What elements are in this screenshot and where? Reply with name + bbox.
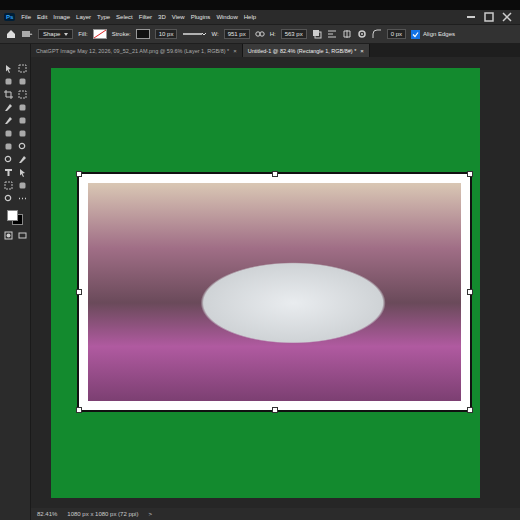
menu-item[interactable]: Edit	[37, 14, 47, 20]
transform-handle[interactable]	[272, 407, 278, 413]
tab-label: Untitled-1 @ 82.4% (Rectangle 1, RGB/8#)…	[248, 48, 357, 54]
marquee-icon[interactable]	[18, 64, 27, 73]
canvas[interactable]	[51, 68, 480, 498]
history-icon[interactable]	[4, 129, 13, 138]
close-icon[interactable]	[502, 12, 512, 22]
rectangle-shape[interactable]	[77, 172, 472, 412]
move-icon[interactable]	[4, 64, 13, 73]
zoom-level[interactable]: 82.41%	[37, 511, 57, 517]
stroke-label: Stroke:	[112, 31, 131, 37]
zoom-icon[interactable]	[4, 194, 13, 203]
photoshop-window: Ps File Edit Image Layer Type Select Filter 3D Vi…	[0, 0, 520, 520]
type-icon[interactable]	[4, 168, 13, 177]
menu-item[interactable]: 3D	[158, 14, 166, 20]
foreground-color[interactable]	[7, 210, 18, 221]
document-size: 1080 px x 1080 px (72 ppi)	[67, 511, 138, 517]
menu-item[interactable]: Image	[53, 14, 70, 20]
more-icon[interactable]	[18, 194, 27, 203]
frame-icon[interactable]	[18, 90, 27, 99]
tab-close-button[interactable]: ×	[233, 48, 237, 54]
lasso-icon[interactable]	[4, 77, 13, 86]
transform-handle[interactable]	[272, 171, 278, 177]
screen-mode-icon[interactable]	[18, 231, 27, 240]
menu-bar: Ps File Edit Image Layer Type Select Filter 3D Vi…	[0, 10, 520, 24]
path-alignment-icon[interactable]	[327, 29, 337, 39]
document-tab[interactable]: Untitled-1 @ 82.4% (Rectangle 1, RGB/8#)…	[243, 44, 370, 57]
transform-handle[interactable]	[76, 289, 82, 295]
corner-radius-field[interactable]: 0 px	[387, 29, 406, 39]
width-label: W:	[211, 31, 218, 37]
dodge-icon[interactable]	[4, 155, 13, 164]
corner-radius-icon	[372, 29, 382, 39]
transform-handle[interactable]	[76, 407, 82, 413]
menu-item[interactable]: File	[21, 14, 31, 20]
tab-close-button[interactable]: ×	[360, 48, 364, 54]
shape-mode-dropdown[interactable]: Shape	[38, 29, 73, 39]
path-arrangement-icon[interactable]	[342, 29, 352, 39]
path-operations-icon[interactable]	[312, 29, 322, 39]
hand-icon[interactable]	[18, 181, 27, 190]
stroke-swatch-icon[interactable]	[136, 29, 150, 39]
menu-item[interactable]: Type	[97, 14, 110, 20]
align-edges-checkbox[interactable]: Align Edges	[411, 30, 455, 39]
crop-icon[interactable]	[4, 90, 13, 99]
menu-item[interactable]: Help	[244, 14, 256, 20]
home-icon[interactable]	[6, 29, 16, 39]
transform-handle[interactable]	[467, 289, 473, 295]
tab-label: ChatGPT Image May 12, 2026, 09_52_21 AM.…	[36, 48, 229, 54]
document-tab[interactable]: ChatGPT Image May 12, 2026, 09_52_21 AM.…	[31, 44, 243, 57]
transform-handle[interactable]	[76, 171, 82, 177]
shape-tool-icon[interactable]	[21, 29, 33, 39]
menu-item[interactable]: Window	[216, 14, 237, 20]
ps-logo[interactable]: Ps	[4, 13, 15, 21]
workspace	[31, 57, 520, 508]
color-swatches[interactable]	[7, 210, 23, 224]
transform-handle[interactable]	[467, 171, 473, 177]
document-tabs: ChatGPT Image May 12, 2026, 09_52_21 AM.…	[31, 44, 520, 57]
menu-item[interactable]: Select	[116, 14, 133, 20]
eyedropper-icon[interactable]	[4, 103, 13, 112]
photo	[88, 183, 461, 401]
tools-panel	[0, 44, 31, 520]
document-area: ChatGPT Image May 12, 2026, 09_52_21 AM.…	[31, 44, 520, 520]
heal-icon[interactable]	[18, 103, 27, 112]
height-label: H:	[270, 31, 276, 37]
window-controls	[466, 12, 512, 22]
transform-handle[interactable]	[467, 407, 473, 413]
stamp-icon[interactable]	[18, 116, 27, 125]
blur-icon[interactable]	[18, 142, 27, 151]
height-field[interactable]: 563 px	[281, 29, 307, 39]
shape-icon[interactable]	[4, 181, 13, 190]
minimize-icon[interactable]	[466, 12, 476, 22]
width-field[interactable]: 951 px	[224, 29, 250, 39]
brush-icon[interactable]	[4, 116, 13, 125]
maximize-icon[interactable]	[484, 12, 494, 22]
fill-label: Fill:	[78, 31, 87, 37]
check-icon	[412, 31, 419, 38]
gradient-icon[interactable]	[4, 142, 13, 151]
status-menu-arrow[interactable]: >	[148, 511, 152, 517]
select-icon[interactable]	[18, 168, 27, 177]
menu-item[interactable]: View	[172, 14, 185, 20]
gear-icon[interactable]	[357, 29, 367, 39]
checkbox-box[interactable]	[411, 30, 420, 39]
link-icon[interactable]	[255, 29, 265, 39]
wand-icon[interactable]	[18, 77, 27, 86]
stroke-type-icon[interactable]	[182, 29, 206, 39]
menu-item[interactable]: Layer	[76, 14, 91, 20]
pen-icon[interactable]	[18, 155, 27, 164]
menu-item[interactable]: Plugins	[191, 14, 211, 20]
stroke-width-field[interactable]: 10 px	[155, 29, 178, 39]
align-edges-label: Align Edges	[423, 31, 455, 37]
options-bar: Shape Fill: Stroke: 10 px W: 951 px H: 563 px 0 …	[0, 24, 520, 44]
fill-swatch-icon[interactable]	[93, 29, 107, 39]
status-bar: 82.41% 1080 px x 1080 px (72 ppi) >	[31, 508, 520, 520]
quick-mask-icon[interactable]	[4, 231, 13, 240]
eraser-icon[interactable]	[18, 129, 27, 138]
menu-item[interactable]: Filter	[139, 14, 152, 20]
